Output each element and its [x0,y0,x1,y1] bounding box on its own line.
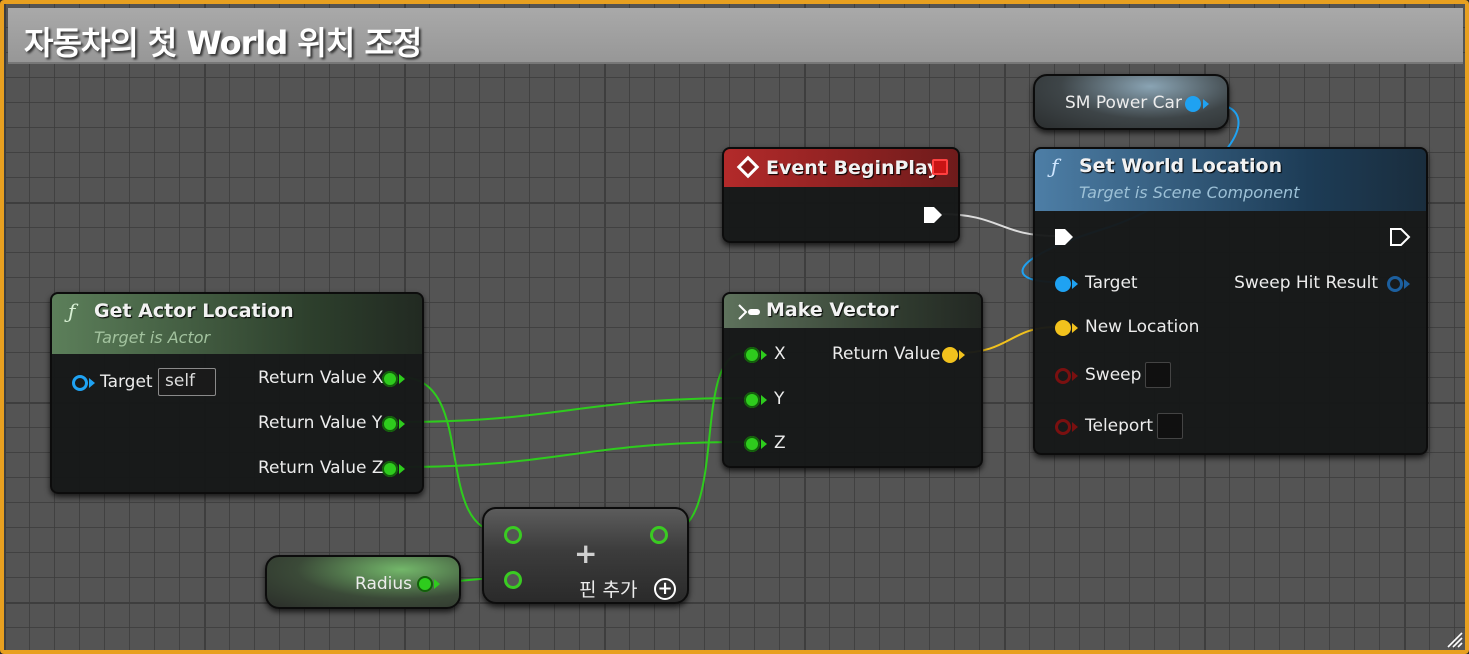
swl-sweep-arrow-icon [1072,371,1078,381]
mv-return-value-pin[interactable] [942,347,958,363]
gal-return-z-arrow-icon [399,464,405,474]
gal-return-y-label: Return Value Y [258,413,383,433]
add-input-b-pin[interactable] [504,571,522,589]
mv-return-value-arrow-icon [959,350,965,360]
comment-title[interactable]: 자동차의 첫 World 위치 조정 [24,18,422,64]
swl-new-location-label: New Location [1085,317,1200,337]
add-node[interactable]: + 핀 추가 + [482,507,689,604]
gal-return-x-arrow-icon [399,374,405,384]
gal-target-self-field[interactable]: self [158,368,216,396]
swl-sweep-hit-arrow-icon [1404,279,1410,289]
swl-sweep-pin[interactable] [1055,368,1071,384]
swl-teleport-label: Teleport [1085,416,1153,436]
swl-sweep-hit-result-pin[interactable] [1387,276,1403,292]
radius-arrow-icon [434,579,440,589]
gal-target-arrow-icon [89,378,95,388]
mv-y-label: Y [774,389,785,409]
set-world-location-header: ƒ Set World Location Target is Scene Com… [1035,149,1426,211]
get-actor-location-header: ƒ Get Actor Location Target is Actor [52,294,422,354]
swl-sweep-checkbox[interactable] [1145,362,1171,388]
swl-new-location-arrow-icon [1072,323,1078,333]
get-actor-location-node[interactable]: ƒ Get Actor Location Target is Actor Tar… [50,292,424,494]
make-vector-header: Make Vector [724,294,981,328]
event-beginplay-node[interactable]: Event BeginPlay [722,147,960,243]
add-input-a-pin[interactable] [504,526,522,544]
swl-new-location-pin[interactable] [1055,320,1071,336]
add-output-pin[interactable] [650,526,668,544]
radius-output-pin[interactable] [417,576,433,592]
gal-return-x-label: Return Value X [258,368,384,388]
add-pin-label[interactable]: 핀 추가 [579,575,637,602]
make-struct-icon [738,304,760,320]
function-icon: ƒ [68,299,76,323]
sm-power-car-label: SM Power Car [1065,93,1182,113]
swl-teleport-checkbox[interactable] [1157,413,1183,439]
sm-power-car-node[interactable]: SM Power Car [1033,74,1229,130]
set-world-location-exec-in-pin[interactable] [1053,227,1075,247]
mv-z-arrow-icon [761,439,767,449]
event-beginplay-title: Event BeginPlay [766,157,940,179]
mv-x-arrow-icon [761,350,767,360]
gal-target-label: Target [100,372,153,392]
mv-return-value-label: Return Value [832,344,941,364]
add-pin-plus-icon[interactable]: + [654,578,676,600]
gal-target-pin[interactable] [72,375,88,391]
radius-node[interactable]: Radius [265,555,461,609]
function-icon: ƒ [1051,154,1059,178]
set-world-location-subtitle: Target is Scene Component [1079,183,1300,202]
event-diamond-icon [736,155,760,179]
make-vector-node[interactable]: Make Vector X Return Value Y Z [722,292,983,468]
gal-return-z-pin[interactable] [382,461,398,477]
sm-power-car-output-pin[interactable] [1185,96,1201,112]
swl-target-arrow-icon [1072,279,1078,289]
event-delegate-icon[interactable] [932,159,948,175]
swl-target-label: Target [1085,273,1138,293]
set-world-location-node[interactable]: ƒ Set World Location Target is Scene Com… [1033,147,1428,455]
swl-teleport-arrow-icon [1072,422,1078,432]
gal-return-z-label: Return Value Z [258,458,384,478]
set-world-location-exec-out-pin[interactable] [1389,227,1411,247]
mv-x-pin[interactable] [744,347,760,363]
swl-teleport-pin[interactable] [1055,419,1071,435]
set-world-location-title: Set World Location [1079,155,1283,177]
resize-grip-icon[interactable] [1443,628,1463,648]
get-actor-location-subtitle: Target is Actor [94,328,211,347]
event-beginplay-header: Event BeginPlay [724,149,958,187]
sm-power-car-arrow-icon [1203,99,1209,109]
mv-z-label: Z [774,433,786,453]
mv-z-pin[interactable] [744,436,760,452]
radius-label: Radius [355,574,413,594]
event-exec-out-pin[interactable] [922,205,944,225]
comment-header[interactable]: 자동차의 첫 World 위치 조정 [8,8,1463,64]
mv-y-pin[interactable] [744,392,760,408]
gal-return-y-pin[interactable] [382,416,398,432]
mv-x-label: X [774,344,786,364]
gal-return-y-arrow-icon [399,419,405,429]
swl-sweep-label: Sweep [1085,365,1142,385]
make-vector-title: Make Vector [766,299,899,321]
add-operator-symbol: + [574,537,598,570]
get-actor-location-title: Get Actor Location [94,300,294,322]
swl-sweep-hit-result-label: Sweep Hit Result [1234,273,1378,293]
gal-return-x-pin[interactable] [382,371,398,387]
mv-y-arrow-icon [761,395,767,405]
swl-target-pin[interactable] [1055,276,1071,292]
